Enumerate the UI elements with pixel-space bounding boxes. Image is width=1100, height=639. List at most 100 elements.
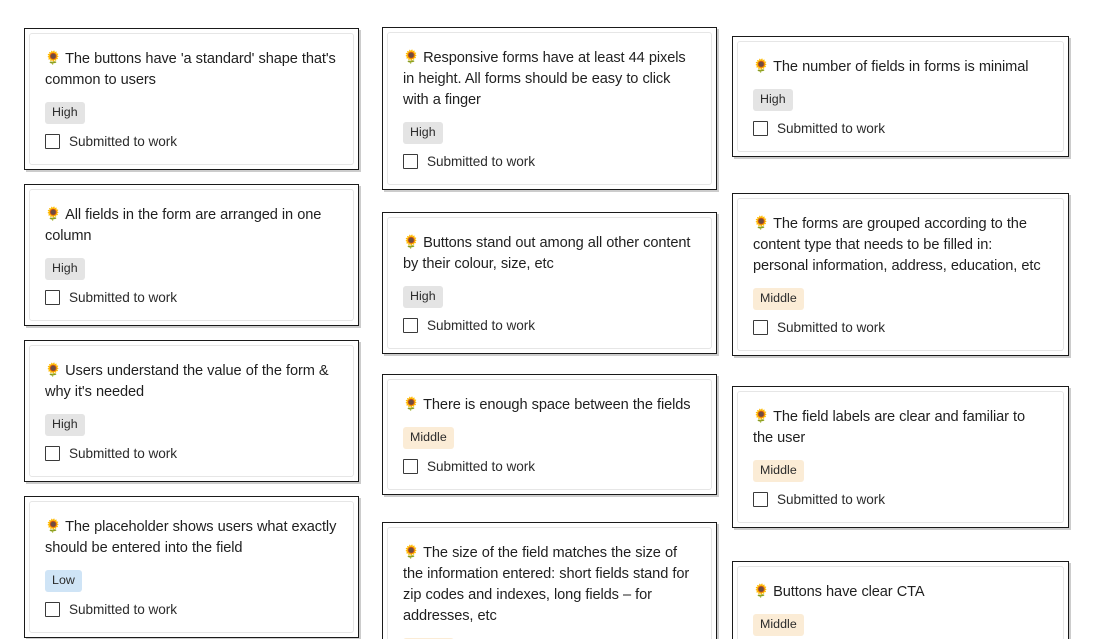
card-title: 🌻 The placeholder shows users what exactl…	[45, 515, 338, 559]
checklist-card[interactable]: 🌻 The buttons have 'a standard' shape tha…	[24, 28, 359, 170]
card-title-text: The placeholder shows users what exactly…	[45, 519, 337, 556]
card-title-text: There is enough space between the fields	[423, 397, 691, 413]
sunflower-icon: 🌻	[45, 362, 62, 377]
submitted-to-work-row[interactable]: Submitted to work	[753, 120, 1048, 137]
column-right: 🌻 The number of fields in forms is minima…	[732, 36, 1069, 639]
submitted-to-work-row[interactable]: Submitted to work	[753, 319, 1048, 336]
sunflower-icon: 🌻	[45, 50, 62, 65]
card-title-text: Buttons have clear CTA	[773, 584, 925, 600]
priority-badge[interactable]: High	[45, 258, 85, 280]
priority-badge[interactable]: High	[403, 122, 443, 144]
priority-badge[interactable]: High	[753, 89, 793, 111]
card-title-text: The field labels are clear and familiar …	[753, 409, 1026, 446]
priority-badge[interactable]: High	[45, 102, 85, 124]
checklist-card[interactable]: 🌻Buttons have clear CTAMiddleSubmitted t…	[732, 561, 1069, 639]
card-body: 🌻 The field labels are clear and familiar…	[737, 391, 1064, 523]
submitted-to-work-checkbox[interactable]	[403, 459, 418, 474]
checklist-card[interactable]: 🌻 The field labels are clear and familiar…	[732, 386, 1069, 528]
column-middle: 🌻 Responsive forms have at least 44 pixel…	[382, 27, 717, 639]
card-body: 🌻 The placeholder shows users what exactl…	[29, 501, 354, 633]
submitted-to-work-row[interactable]: Submitted to work	[403, 458, 696, 475]
submitted-to-work-checkbox[interactable]	[753, 320, 768, 335]
card-title-text: All fields in the form are arranged in o…	[45, 207, 322, 244]
card-body: 🌻 Buttons stand out among all other conte…	[387, 217, 712, 349]
submitted-to-work-row[interactable]: Submitted to work	[45, 289, 338, 306]
card-title: 🌻 Buttons stand out among all other conte…	[403, 231, 696, 275]
card-title-text: Users understand the value of the form &…	[45, 363, 329, 400]
priority-badge[interactable]: Middle	[403, 427, 454, 449]
card-title: 🌻 The forms are grouped according to the …	[753, 212, 1048, 277]
checklist-card[interactable]: 🌻 Buttons stand out among all other conte…	[382, 212, 717, 354]
card-title: 🌻 Buttons have clear CTA	[753, 580, 1048, 603]
submitted-to-work-label: Submitted to work	[777, 320, 885, 335]
submitted-to-work-checkbox[interactable]	[753, 121, 768, 136]
priority-badge[interactable]: Middle	[753, 460, 804, 482]
submitted-to-work-row[interactable]: Submitted to work	[403, 317, 696, 334]
card-title: 🌻 The buttons have 'a standard' shape tha…	[45, 47, 338, 91]
submitted-to-work-label: Submitted to work	[427, 154, 535, 169]
card-title-text: The forms are grouped according to the c…	[753, 216, 1041, 274]
submitted-to-work-label: Submitted to work	[777, 121, 885, 136]
submitted-to-work-row[interactable]: Submitted to work	[45, 445, 338, 462]
submitted-to-work-label: Submitted to work	[69, 602, 177, 617]
checklist-card[interactable]: 🌻 The size of the field matches the size …	[382, 522, 717, 639]
submitted-to-work-checkbox[interactable]	[45, 134, 60, 149]
card-title: 🌻 The size of the field matches the size …	[403, 541, 696, 627]
sunflower-icon: 🌻	[403, 234, 420, 249]
submitted-to-work-label: Submitted to work	[427, 318, 535, 333]
priority-badge[interactable]: High	[403, 286, 443, 308]
card-body: 🌻 The forms are grouped according to the …	[737, 198, 1064, 351]
card-title-text: Responsive forms have at least 44 pixels…	[403, 50, 686, 108]
priority-badge[interactable]: Middle	[753, 288, 804, 310]
sunflower-icon: 🌻	[753, 215, 770, 230]
submitted-to-work-checkbox[interactable]	[45, 290, 60, 305]
card-body: 🌻Buttons have clear CTAMiddleSubmitted t…	[737, 566, 1064, 639]
submitted-to-work-label: Submitted to work	[777, 492, 885, 507]
card-body: 🌻 Users understand the value of the form …	[29, 345, 354, 477]
checklist-card[interactable]: 🌻 All fields in the form are arranged in …	[24, 184, 359, 326]
submitted-to-work-checkbox[interactable]	[45, 602, 60, 617]
card-title: 🌻 All fields in the form are arranged in …	[45, 203, 338, 247]
submitted-to-work-label: Submitted to work	[69, 290, 177, 305]
card-title-text: The size of the field matches the size o…	[403, 545, 690, 624]
card-title: 🌻 Responsive forms have at least 44 pixel…	[403, 46, 696, 111]
submitted-to-work-row[interactable]: Submitted to work	[45, 601, 338, 618]
card-body: 🌻 There is enough space between the field…	[387, 379, 712, 490]
submitted-to-work-checkbox[interactable]	[403, 154, 418, 169]
checklist-card[interactable]: 🌻 Responsive forms have at least 44 pixel…	[382, 27, 717, 190]
sunflower-icon: 🌻	[403, 49, 420, 64]
checklist-card[interactable]: 🌻 The forms are grouped according to the …	[732, 193, 1069, 356]
checklist-card[interactable]: 🌻 Users understand the value of the form …	[24, 340, 359, 482]
sunflower-icon: 🌻	[753, 58, 770, 73]
card-title-text: The number of fields in forms is minimal	[773, 59, 1029, 75]
card-title: 🌻 There is enough space between the field…	[403, 393, 696, 416]
checklist-card[interactable]: 🌻 The placeholder shows users what exactl…	[24, 496, 359, 638]
sunflower-icon: 🌻	[753, 408, 770, 423]
priority-badge[interactable]: High	[45, 414, 85, 436]
submitted-to-work-checkbox[interactable]	[403, 318, 418, 333]
sunflower-icon: 🌻	[45, 206, 62, 221]
sunflower-icon: 🌻	[403, 544, 420, 559]
submitted-to-work-checkbox[interactable]	[45, 446, 60, 461]
submitted-to-work-row[interactable]: Submitted to work	[45, 133, 338, 150]
submitted-to-work-label: Submitted to work	[427, 459, 535, 474]
column-left: 🌻 The buttons have 'a standard' shape tha…	[24, 28, 359, 638]
priority-badge[interactable]: Middle	[753, 614, 804, 636]
submitted-to-work-checkbox[interactable]	[753, 492, 768, 507]
card-body: 🌻 Responsive forms have at least 44 pixel…	[387, 32, 712, 185]
card-title: 🌻 The field labels are clear and familiar…	[753, 405, 1048, 449]
sunflower-icon: 🌻	[403, 396, 420, 411]
submitted-to-work-row[interactable]: Submitted to work	[403, 153, 696, 170]
card-title-text: The buttons have 'a standard' shape that…	[45, 51, 336, 88]
card-title: 🌻 Users understand the value of the form …	[45, 359, 338, 403]
card-title-text: Buttons stand out among all other conten…	[403, 235, 691, 272]
submitted-to-work-row[interactable]: Submitted to work	[753, 491, 1048, 508]
submitted-to-work-label: Submitted to work	[69, 134, 177, 149]
card-body: 🌻 The size of the field matches the size …	[387, 527, 712, 639]
checklist-card[interactable]: 🌻 There is enough space between the field…	[382, 374, 717, 495]
card-body: 🌻 The buttons have 'a standard' shape tha…	[29, 33, 354, 165]
submitted-to-work-label: Submitted to work	[69, 446, 177, 461]
priority-badge[interactable]: Low	[45, 570, 82, 592]
kanban-board: 🌻 The buttons have 'a standard' shape tha…	[0, 0, 1100, 639]
checklist-card[interactable]: 🌻 The number of fields in forms is minima…	[732, 36, 1069, 157]
